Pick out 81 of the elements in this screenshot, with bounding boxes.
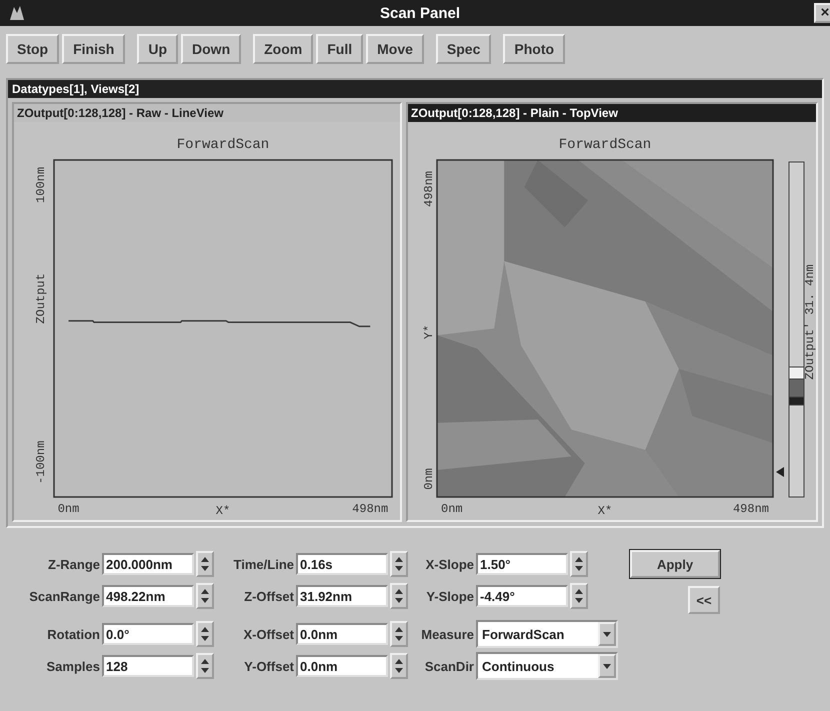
input-field[interactable]: 200.000nm [102, 553, 194, 575]
spin-button[interactable] [570, 551, 588, 577]
field-label: Time/Line [232, 556, 294, 572]
action-button[interactable]: << [688, 586, 720, 614]
x-tick-label: 498nm [352, 502, 388, 516]
x-axis-label: X* [598, 504, 612, 518]
close-button[interactable]: × [814, 3, 830, 23]
view-title[interactable]: ZOutput[0:128,128] - Plain - TopView [408, 104, 816, 122]
input-field[interactable]: 0.16s [296, 553, 388, 575]
toolbar-button[interactable]: Full [316, 34, 364, 64]
spin-button[interactable] [196, 551, 214, 577]
view-title[interactable]: ZOutput[0:128,128] - Raw - LineView [14, 104, 400, 122]
toolbar-button[interactable]: Up [137, 34, 178, 64]
field-label: ScanDir [424, 658, 474, 674]
input-field[interactable]: -4.49° [476, 585, 568, 607]
pointer-icon [776, 467, 784, 477]
x-tick-label: 498nm [732, 502, 769, 516]
input-field[interactable]: 498.22nm [102, 585, 194, 607]
toolbar-button[interactable]: Zoom [253, 34, 314, 64]
toolbar-button[interactable]: Move [366, 34, 424, 64]
x-axis-label: X* [216, 504, 230, 518]
toolbar-button[interactable]: Stop [6, 34, 60, 64]
action-button[interactable]: Apply [630, 550, 720, 578]
document-title: Datatypes[1], Views[2] [8, 80, 822, 98]
dropdown-field[interactable]: ForwardScan [476, 620, 618, 648]
toolbar-button[interactable]: Spec [436, 34, 492, 64]
field-label: X-Offset [242, 626, 294, 642]
input-field[interactable]: 1.50° [476, 553, 568, 575]
toolbar-button[interactable]: Finish [62, 34, 126, 64]
spin-arrows-icon [201, 555, 209, 573]
spin-arrows-icon [201, 587, 209, 605]
field-label: Z-Range [47, 556, 100, 572]
caret-icon [603, 664, 611, 668]
y-tick-label: 498nm [422, 171, 436, 207]
spin-arrows-icon [395, 625, 403, 643]
field-label: Samples [46, 658, 100, 674]
caret-icon [603, 632, 611, 636]
spin-arrows-icon [201, 657, 209, 675]
app-icon [8, 4, 26, 22]
dropdown-button[interactable] [598, 622, 616, 646]
spin-button[interactable] [196, 583, 214, 609]
field-label: ScanRange [28, 588, 100, 604]
spin-button[interactable] [390, 551, 408, 577]
chart-title: ForwardScan [176, 137, 270, 153]
input-field[interactable]: 31.92nm [296, 585, 388, 607]
spin-arrows-icon [395, 657, 403, 675]
spin-arrows-icon [575, 555, 583, 573]
input-field[interactable]: 128 [102, 655, 194, 677]
y-tick-label: -100nm [34, 440, 48, 484]
scale-label: ZOutput' 31. 4nm [803, 264, 816, 380]
field-label: Z-Offset [243, 588, 294, 604]
input-field[interactable]: 0.0nm [296, 623, 388, 645]
spin-button[interactable] [570, 583, 588, 609]
field-label: Measure [420, 626, 474, 642]
spin-button[interactable] [196, 653, 214, 679]
toolbar-button[interactable]: Photo [503, 34, 566, 64]
dropdown-button[interactable] [598, 654, 616, 678]
field-label: Y-Offset [243, 658, 294, 674]
input-field[interactable]: 0.0nm [296, 655, 388, 677]
y-tick-label: 0nm [422, 468, 436, 490]
spin-button[interactable] [390, 583, 408, 609]
spin-arrows-icon [575, 587, 583, 605]
spin-arrows-icon [395, 555, 403, 573]
x-tick-label: 0nm [58, 502, 80, 516]
y-axis-label: ZOutput [34, 273, 48, 324]
field-label: X-Slope [424, 556, 474, 572]
spin-button[interactable] [390, 653, 408, 679]
y-tick-label: 100nm [34, 166, 48, 203]
toolbar-button[interactable]: Down [181, 34, 242, 64]
spin-button[interactable] [196, 621, 214, 647]
input-field[interactable]: 0.0° [102, 623, 194, 645]
x-tick-label: 0nm [441, 502, 463, 516]
spin-arrows-icon [201, 625, 209, 643]
field-label: Y-Slope [425, 588, 474, 604]
y-axis-label: Y* [422, 324, 436, 340]
field-label: Rotation [46, 626, 100, 642]
dropdown-field[interactable]: Continuous [476, 652, 618, 680]
chart-title: ForwardScan [558, 137, 652, 153]
window-title: Scan Panel [378, 4, 462, 22]
spin-button[interactable] [390, 621, 408, 647]
spin-arrows-icon [395, 587, 403, 605]
